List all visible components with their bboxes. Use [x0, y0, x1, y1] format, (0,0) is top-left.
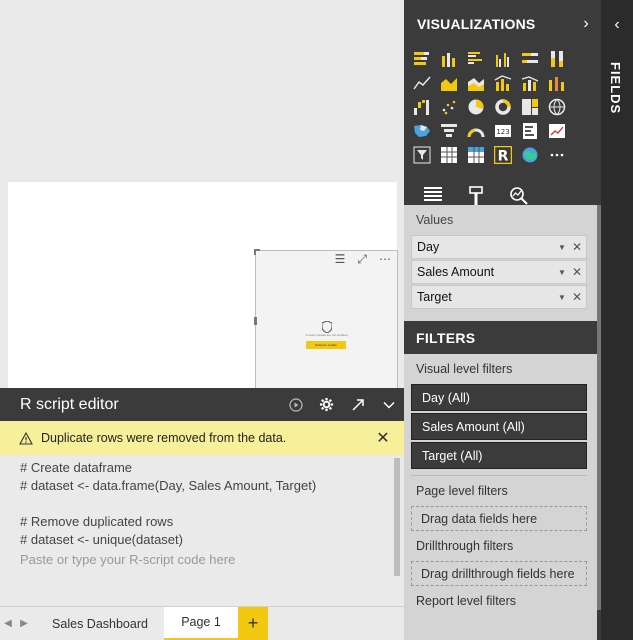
code-line: # Remove duplicated rows: [20, 514, 174, 529]
line-chart-icon[interactable]: [411, 72, 433, 94]
treemap-icon[interactable]: [519, 96, 541, 118]
fields-label: FIELDS: [608, 62, 623, 115]
filter-sales-amount[interactable]: Sales Amount (All): [411, 413, 587, 440]
field-name: Sales Amount: [417, 265, 495, 279]
fields-well-area: Values Day ▼ ✕ Sales Amount ▼ ✕ Target ▼ ✕ FIL…: [404, 205, 597, 640]
field-well-target[interactable]: Target ▼ ✕: [411, 285, 587, 309]
tab-prev-icon[interactable]: ◀: [0, 618, 16, 629]
pie-icon[interactable]: [465, 96, 487, 118]
r-visual-container[interactable]: ☰ ⤢ ⋯ R script visuals are not enabled S…: [255, 250, 398, 390]
editor-title: R script editor: [20, 395, 119, 413]
dropdown-icon[interactable]: ▼: [558, 293, 572, 302]
filter-target[interactable]: Target (All): [411, 442, 587, 469]
drillthrough-drop-zone[interactable]: Drag drillthrough fields here: [411, 561, 587, 586]
values-label: Values: [416, 213, 454, 227]
field-well-sales-amount[interactable]: Sales Amount ▼ ✕: [411, 260, 587, 284]
code-line: # Create dataframe: [20, 460, 133, 475]
field-name: Target: [417, 290, 452, 304]
card-icon[interactable]: 123: [492, 120, 514, 142]
run-script-icon[interactable]: [280, 388, 311, 421]
focus-mode-icon[interactable]: ⤢: [357, 252, 367, 267]
funnel-icon[interactable]: [438, 120, 460, 142]
100-stacked-column-icon[interactable]: [546, 48, 568, 70]
add-page-button[interactable]: +: [238, 606, 268, 640]
visual-header: ☰ ⤢ ⋯: [335, 251, 391, 267]
more-options-icon[interactable]: ⋯: [379, 252, 391, 266]
settings-gear-icon[interactable]: [311, 388, 342, 421]
table-icon[interactable]: [438, 144, 460, 166]
svg-text:123: 123: [496, 128, 509, 136]
editor-header: R script editor: [0, 388, 404, 421]
report-level-filters-label: Report level filters: [416, 594, 517, 608]
clustered-bar-icon[interactable]: [465, 48, 487, 70]
kpi-icon[interactable]: [546, 120, 568, 142]
collapse-chevron-icon[interactable]: [373, 388, 404, 421]
visualizations-header: VISUALIZATIONS ›: [404, 0, 601, 48]
visual-gallery: 123 R: [404, 48, 601, 168]
field-well-day[interactable]: Day ▼ ✕: [411, 235, 587, 259]
stacked-bar-icon[interactable]: [411, 48, 433, 70]
clustered-column-icon[interactable]: [492, 48, 514, 70]
code-placeholder[interactable]: Paste or type your R-script code here: [20, 551, 404, 569]
remove-icon[interactable]: ✕: [572, 240, 586, 254]
scrollbar[interactable]: [394, 458, 400, 576]
page-tabs: ◀ ▶ Sales Dashboard Page 1 +: [0, 606, 404, 640]
gauge-icon[interactable]: [465, 120, 487, 142]
stacked-area-icon[interactable]: [465, 72, 487, 94]
code-editor[interactable]: # Create dataframe # dataset <- data.fra…: [0, 455, 404, 569]
tab-page-1[interactable]: Page 1: [164, 606, 238, 640]
resize-handle[interactable]: [254, 317, 257, 325]
filters-header: FILTERS: [404, 321, 597, 354]
warning-banner: Duplicate rows were removed from the dat…: [0, 421, 404, 455]
code-line: # dataset <- data.frame(Day, Sales Amoun…: [20, 478, 317, 493]
field-name: Day: [417, 240, 440, 254]
tab-sales-dashboard[interactable]: Sales Dashboard: [36, 607, 164, 640]
more-icon[interactable]: [546, 144, 568, 166]
fields-pane[interactable]: ‹ FIELDS: [601, 0, 633, 640]
100-stacked-bar-icon[interactable]: [519, 48, 541, 70]
ribbon-chart-icon[interactable]: [546, 72, 568, 94]
remove-icon[interactable]: ✕: [572, 290, 586, 304]
close-icon[interactable]: ✕: [362, 428, 404, 448]
waterfall-icon[interactable]: [411, 96, 433, 118]
line-clustered-column-icon[interactable]: [492, 72, 514, 94]
remove-icon[interactable]: ✕: [572, 265, 586, 279]
page-filter-drop-zone[interactable]: Drag data fields here: [411, 506, 587, 531]
visual-placeholder-text: R script visuals are not enabled: [305, 333, 348, 337]
line-stacked-column-icon[interactable]: [519, 72, 541, 94]
multi-row-card-icon[interactable]: [519, 120, 541, 142]
drillthrough-filters-label: Drillthrough filters: [416, 539, 514, 553]
slicer-icon[interactable]: [411, 144, 433, 166]
r-script-editor: R script editor Duplicate rows were remo…: [0, 388, 404, 606]
warning-message: Duplicate rows were removed from the dat…: [41, 431, 287, 445]
chevron-right-icon[interactable]: ›: [571, 15, 601, 33]
open-external-icon[interactable]: [342, 388, 373, 421]
chevron-left-icon[interactable]: ‹: [601, 16, 633, 34]
dropdown-icon[interactable]: ▼: [558, 268, 572, 277]
resize-handle[interactable]: [254, 249, 256, 255]
page-level-filters-label: Page level filters: [416, 484, 508, 498]
matrix-icon[interactable]: [465, 144, 487, 166]
enable-button[interactable]: Select to enable: [306, 341, 346, 349]
svg-text:R: R: [498, 149, 509, 165]
visual-level-filters-label: Visual level filters: [416, 362, 513, 376]
area-chart-icon[interactable]: [438, 72, 460, 94]
visualizations-title: VISUALIZATIONS: [417, 16, 536, 32]
stacked-column-icon[interactable]: [438, 48, 460, 70]
donut-icon[interactable]: [492, 96, 514, 118]
visualizations-pane: VISUALIZATIONS › 123 R Values Day ▼ ✕ Sales…: [404, 0, 601, 640]
map-icon[interactable]: [546, 96, 568, 118]
filled-map-icon[interactable]: [411, 120, 433, 142]
drag-handle-icon[interactable]: ☰: [335, 252, 346, 266]
dropdown-icon[interactable]: ▼: [558, 243, 572, 252]
arcgis-icon[interactable]: [519, 144, 541, 166]
r-visual-icon[interactable]: R: [492, 144, 514, 166]
code-line: # dataset <- unique(dataset): [20, 532, 183, 547]
scatter-icon[interactable]: [438, 96, 460, 118]
shield-icon: [322, 321, 332, 333]
tab-next-icon[interactable]: ▶: [16, 618, 32, 629]
warning-icon: [19, 431, 33, 445]
filter-day[interactable]: Day (All): [411, 384, 587, 411]
